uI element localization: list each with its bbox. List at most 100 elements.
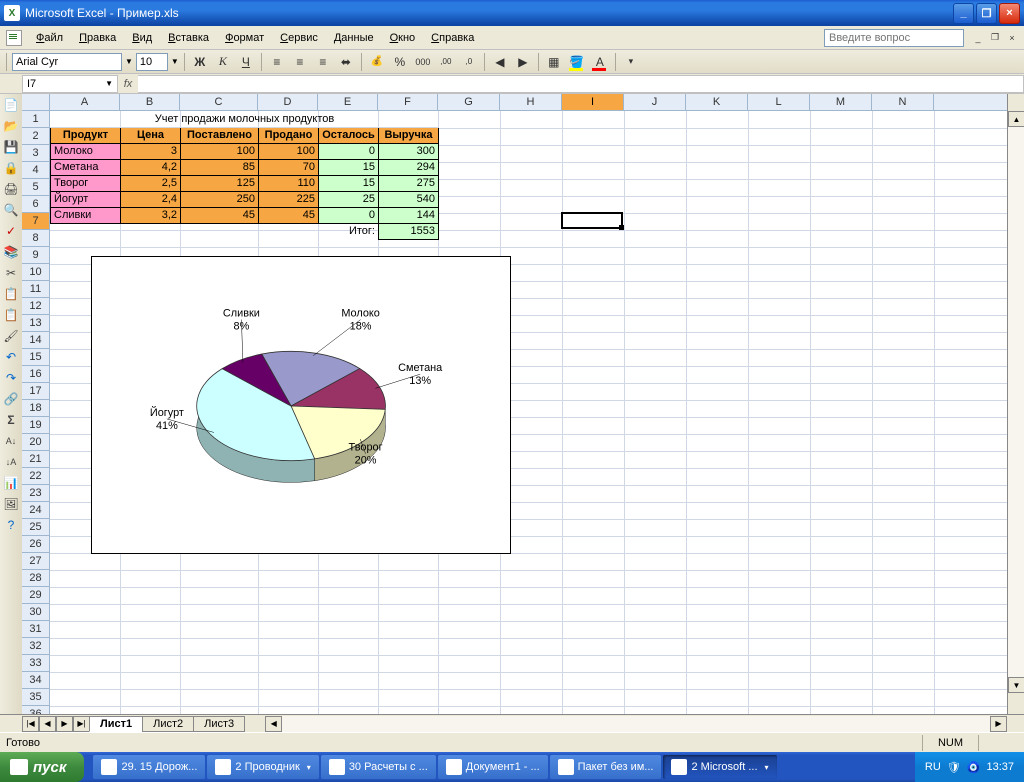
copy-icon[interactable]: 📋 [2,285,20,303]
menu-сервис[interactable]: Сервис [272,30,326,46]
open-file-icon[interactable]: 📂 [2,117,20,135]
row-header-29[interactable]: 29 [22,587,50,604]
taskbar-button[interactable]: 2 Microsoft ...▾ [663,755,776,779]
row-header-15[interactable]: 15 [22,349,50,366]
tray-language-indicator[interactable]: RU [925,761,941,773]
name-box[interactable]: I7▼ [22,75,118,93]
col-header-B[interactable]: B [120,94,180,110]
sort-asc-icon[interactable]: A↓ [2,432,20,450]
worksheet-grid[interactable]: ABCDEFGHIJKLMN 1234567891011121314151617… [22,94,1007,714]
row-header-32[interactable]: 32 [22,638,50,655]
save-icon[interactable]: 💾 [2,138,20,156]
row-header-1[interactable]: 1 [22,111,50,128]
row-header-30[interactable]: 30 [22,604,50,621]
row-header-10[interactable]: 10 [22,264,50,281]
undo-icon[interactable]: ↶ [2,348,20,366]
tray-volume-icon[interactable]: 🧿 [967,761,981,774]
close-button[interactable]: × [999,3,1020,24]
row-header-7[interactable]: 7 [22,213,50,230]
row-header-16[interactable]: 16 [22,366,50,383]
mdi-close-button[interactable]: × [1004,31,1020,45]
font-color-button[interactable]: A [590,52,610,72]
chart-wizard-icon[interactable]: 📊 [2,474,20,492]
align-center-button[interactable]: ≡ [290,52,310,72]
sheet-tab-Лист1[interactable]: Лист1 [89,716,143,732]
col-header-L[interactable]: L [748,94,810,110]
sheet-tab-Лист3[interactable]: Лист3 [193,716,245,732]
col-header-K[interactable]: K [686,94,748,110]
row-header-17[interactable]: 17 [22,383,50,400]
row-header-35[interactable]: 35 [22,689,50,706]
sheet-tab-Лист2[interactable]: Лист2 [142,716,194,732]
row-header-27[interactable]: 27 [22,553,50,570]
font-name-combo[interactable] [12,53,122,71]
hyperlink-icon[interactable]: 🔗 [2,390,20,408]
cut-icon[interactable]: ✂ [2,264,20,282]
row-header-3[interactable]: 3 [22,145,50,162]
menu-вид[interactable]: Вид [124,30,160,46]
row-header-14[interactable]: 14 [22,332,50,349]
ask-question-input[interactable] [824,29,964,47]
toolbar-overflow-button[interactable]: ▾ [621,52,641,72]
menu-справка[interactable]: Справка [423,30,482,46]
increase-decimal-button[interactable]: ,00 [436,52,456,72]
menu-окно[interactable]: Окно [382,30,424,46]
fill-color-button[interactable]: 🪣 [567,52,587,72]
align-right-button[interactable]: ≡ [313,52,333,72]
autosum-icon[interactable]: Σ [2,411,20,429]
col-header-F[interactable]: F [378,94,438,110]
row-header-13[interactable]: 13 [22,315,50,332]
taskbar-button[interactable]: Документ1 - ... [438,755,548,779]
formula-input[interactable] [138,75,1024,93]
align-left-button[interactable]: ≡ [267,52,287,72]
zoom-icon[interactable]: ? [2,516,20,534]
mdi-minimize-button[interactable]: _ [970,31,986,45]
mdi-restore-button[interactable]: ❐ [987,31,1003,45]
tray-clock[interactable]: 13:37 [986,761,1014,773]
row-header-2[interactable]: 2 [22,128,50,145]
spellcheck-icon[interactable]: ✓ [2,222,20,240]
percent-button[interactable]: % [390,52,410,72]
prev-sheet-button[interactable]: ◀ [39,716,56,732]
row-header-12[interactable]: 12 [22,298,50,315]
tray-shield-icon[interactable]: 🛡 [947,761,961,774]
row-header-24[interactable]: 24 [22,502,50,519]
maximize-button[interactable]: ❐ [976,3,997,24]
print-preview-icon[interactable]: 🔍 [2,201,20,219]
permission-icon[interactable]: 🔒 [2,159,20,177]
col-header-A[interactable]: A [50,94,120,110]
embedded-pie-chart[interactable]: Молоко18%Сметана13%Творог20%Йогурт41%Сли… [91,256,511,554]
next-sheet-button[interactable]: ▶ [56,716,73,732]
row-header-18[interactable]: 18 [22,400,50,417]
row-header-8[interactable]: 8 [22,230,50,247]
col-header-N[interactable]: N [872,94,934,110]
row-header-5[interactable]: 5 [22,179,50,196]
row-header-31[interactable]: 31 [22,621,50,638]
row-header-21[interactable]: 21 [22,451,50,468]
col-header-G[interactable]: G [438,94,500,110]
decrease-decimal-button[interactable]: ,0 [459,52,479,72]
row-header-20[interactable]: 20 [22,434,50,451]
research-icon[interactable]: 📚 [2,243,20,261]
taskbar-button[interactable]: Пакет без им... [550,755,662,779]
taskbar-button[interactable]: 29. 15 Дорож... [93,755,205,779]
merge-cells-button[interactable]: ⬌ [336,52,356,72]
bold-button[interactable]: Ж [190,52,210,72]
minimize-button[interactable]: _ [953,3,974,24]
last-sheet-button[interactable]: ▶| [73,716,90,732]
first-sheet-button[interactable]: |◀ [22,716,39,732]
print-icon[interactable]: 🖨 [2,180,20,198]
scroll-down-button[interactable]: ▼ [1008,677,1024,693]
menu-правка[interactable]: Правка [71,30,124,46]
redo-icon[interactable]: ↷ [2,369,20,387]
row-header-33[interactable]: 33 [22,655,50,672]
sort-desc-icon[interactable]: ↓A [2,453,20,471]
col-header-D[interactable]: D [258,94,318,110]
format-painter-icon[interactable]: 🖌 [2,327,20,345]
select-all-corner[interactable] [22,94,50,111]
taskbar-button[interactable]: 2 Проводник▾ [207,755,318,779]
row-header-22[interactable]: 22 [22,468,50,485]
row-header-36[interactable]: 36 [22,706,50,714]
menu-данные[interactable]: Данные [326,30,382,46]
scroll-right-button[interactable]: ▶ [990,716,1007,732]
